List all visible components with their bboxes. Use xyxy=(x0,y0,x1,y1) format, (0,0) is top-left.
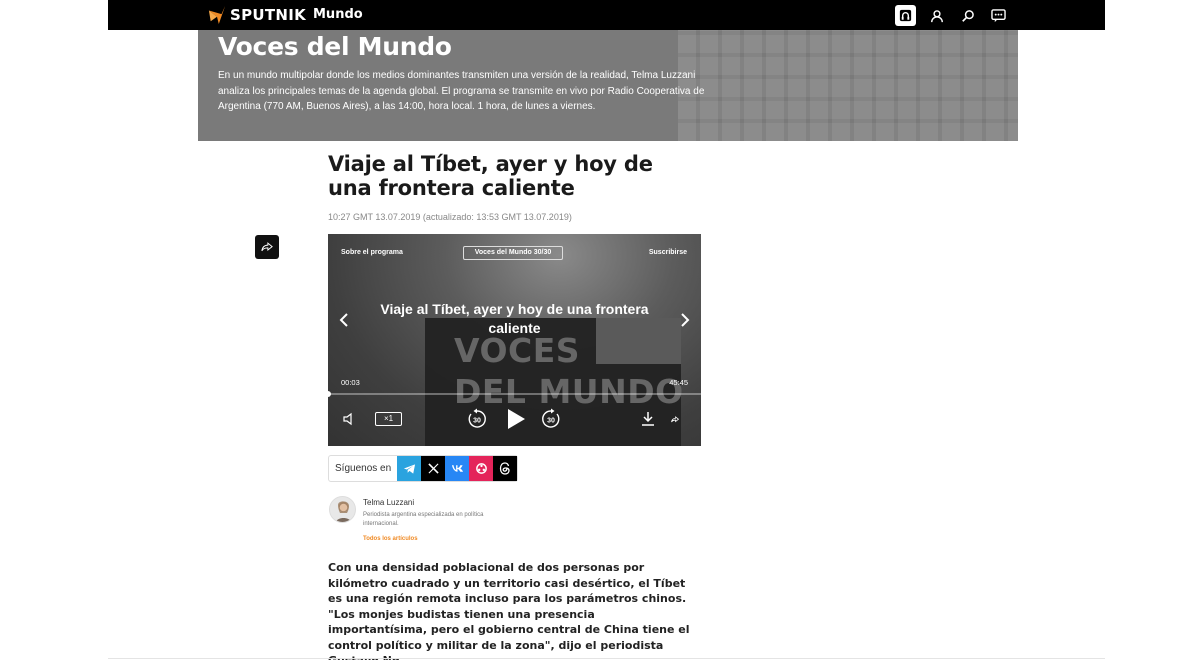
search-icon[interactable] xyxy=(957,5,978,26)
all-articles-link[interactable]: Todos los artículos xyxy=(363,536,418,542)
article-dateline: 10:27 GMT 13.07.2019 (actualizado: 13:53… xyxy=(328,212,572,222)
volume-icon[interactable] xyxy=(342,412,356,426)
telegram-icon[interactable] xyxy=(397,456,422,481)
play-icon[interactable] xyxy=(505,407,527,431)
progress-bar[interactable] xyxy=(328,391,701,397)
skip-forward-label: 30 xyxy=(547,418,555,425)
author-role: Periodista argentina especializada en po… xyxy=(363,512,484,527)
ok-icon[interactable] xyxy=(469,456,494,481)
audio-player: VOCES DEL MUNDO Sobre el programa Voces … xyxy=(328,234,701,446)
skip-forward-button[interactable]: 30 xyxy=(540,408,562,435)
share-icon xyxy=(261,242,273,252)
skip-back-label: 30 xyxy=(473,418,481,425)
banner-pattern xyxy=(678,30,1018,141)
rewind-icon: 30 xyxy=(468,408,486,428)
author-name[interactable]: Telma Luzzani xyxy=(363,498,414,507)
author-avatar[interactable] xyxy=(329,496,356,523)
threads-icon[interactable] xyxy=(493,456,518,481)
subscribe-link[interactable]: Suscribirse xyxy=(649,249,687,256)
follow-us-label: Síguenos en xyxy=(335,463,392,474)
article-body: Con una densidad poblacional de dos pers… xyxy=(328,561,690,660)
sputnik-logo-icon xyxy=(208,6,226,24)
download-icon[interactable] xyxy=(641,411,655,426)
vk-icon[interactable] xyxy=(445,456,470,481)
current-time: 00:03 xyxy=(341,378,360,387)
episode-selector[interactable]: Voces del Mundo 30/30 xyxy=(463,246,563,260)
total-time: 45:45 xyxy=(669,378,688,387)
episode-title: Viaje al Tíbet, ayer y hoy de una fronte… xyxy=(380,301,649,336)
share-button[interactable] xyxy=(255,235,279,259)
cover-brand-line-2: DEL MUNDO xyxy=(454,372,684,411)
radio-icon[interactable] xyxy=(895,5,916,26)
follow-us-bar: Síguenos en xyxy=(328,455,519,482)
skip-back-button[interactable]: 30 xyxy=(466,408,488,435)
previous-episode-icon[interactable] xyxy=(339,312,349,328)
sputnik-logo[interactable]: SPUTNIK xyxy=(208,6,306,24)
playback-speed-button[interactable]: ×1 xyxy=(375,412,402,426)
brand-name: SPUTNIK xyxy=(230,6,307,24)
article-headline: Viaje al Tíbet, ayer y hoy de una fronte… xyxy=(328,152,653,200)
program-title[interactable]: Voces del Mundo xyxy=(218,32,452,61)
user-icon[interactable] xyxy=(926,5,947,26)
program-description: En un mundo multipolar donde los medios … xyxy=(218,70,705,112)
section-link-mundo[interactable]: Mundo xyxy=(313,7,363,22)
forward-icon: 30 xyxy=(542,408,560,428)
about-program-link[interactable]: Sobre el programa xyxy=(341,249,403,256)
player-share-icon[interactable] xyxy=(671,416,679,423)
x-icon[interactable] xyxy=(421,456,446,481)
chat-icon[interactable] xyxy=(988,5,1009,26)
program-banner: Voces del Mundo En un mundo multipolar d… xyxy=(198,30,1018,141)
top-navigation-bar: SPUTNIK Mundo xyxy=(108,0,1105,30)
page-divider xyxy=(108,658,1105,659)
next-episode-icon[interactable] xyxy=(680,312,690,328)
